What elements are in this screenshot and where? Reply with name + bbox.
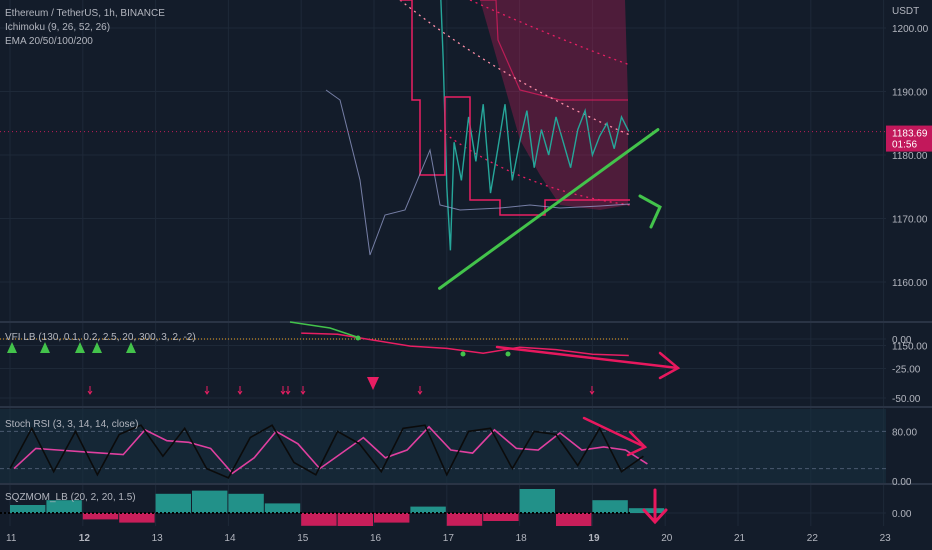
small-sell-arrow: [204, 386, 210, 395]
sell-signal-marker: [367, 377, 379, 390]
price-axis[interactable]: USDT 1240.001230.001220.001210.001200.00…: [886, 0, 932, 550]
currency-label: USDT: [892, 6, 919, 17]
small-sell-arrow: [280, 386, 286, 395]
sqzmom-bar: [192, 490, 228, 513]
vfi-line: [301, 332, 629, 357]
sqzmom-tick-label: 0.00: [892, 509, 912, 520]
time-axis[interactable]: 11 12 13 14 15 16 17 18 19 20 21 22 23: [0, 526, 932, 550]
vfi-label[interactable]: VFI LB (130, 0.1, 0.2, 2.5, 20, 300, 3, …: [5, 332, 196, 343]
last-price-value: 1183.69: [892, 129, 928, 140]
time-tick-label: 11: [6, 533, 17, 544]
sqzmom-bar: [228, 493, 264, 513]
sqzmom-bar: [374, 513, 410, 523]
price-tick-label: 1200.00: [892, 24, 929, 35]
stoch-tick-label: 80.00: [892, 427, 917, 438]
sqzmom-down-arrow: [642, 488, 668, 525]
sqzmom-pane[interactable]: SQZMOM_LB (20, 2, 20, 1.5) 0.00: [0, 488, 912, 529]
buy-signal-marker: [75, 342, 85, 353]
stoch-label[interactable]: Stoch RSI (3, 3, 14, 14, close): [5, 419, 138, 430]
time-tick-label: 12: [79, 533, 91, 544]
time-tick-label: 17: [443, 533, 455, 544]
small-sell-arrow: [87, 386, 93, 395]
small-sell-arrow: [237, 386, 243, 395]
small-sell-arrow: [417, 386, 423, 395]
vfi-tick-label: -50.00: [892, 394, 921, 405]
stoch-tick-label: 0.00: [892, 477, 912, 488]
sqzmom-bar: [155, 493, 191, 513]
price-tick-label: 1170.00: [892, 215, 928, 226]
stoch-rsi-pane[interactable]: Stoch RSI (3, 3, 14, 14, close) 80.00 0.0…: [0, 409, 917, 488]
sqzmom-bar: [483, 513, 519, 521]
small-sell-arrow: [285, 386, 291, 395]
sqzmom-bar: [519, 489, 555, 513]
time-tick-label: 18: [516, 533, 528, 544]
sqzmom-label[interactable]: SQZMOM_LB (20, 2, 20, 1.5): [5, 492, 136, 503]
time-tick-label: 22: [807, 533, 819, 544]
sqzmom-bar: [446, 513, 483, 526]
sqzmom-bar: [10, 505, 46, 513]
price-tick-label: 1160.00: [892, 278, 928, 289]
small-sell-arrow: [589, 386, 595, 395]
symbol-title[interactable]: Ethereum / TetherUS, 1h, BINANCE: [5, 8, 165, 19]
time-tick-label: 13: [152, 533, 164, 544]
time-tick-label: 21: [734, 533, 746, 544]
vfi-marker: [460, 351, 466, 357]
sqzmom-bar: [301, 513, 337, 526]
time-tick-label: 14: [224, 533, 236, 544]
buy-signal-marker: [7, 342, 17, 353]
time-tick-label: 23: [880, 533, 892, 544]
trading-chart[interactable]: Ethereum / TetherUS, 1h, BINANCE Ichimok…: [0, 0, 932, 550]
buy-signal-marker: [92, 342, 102, 353]
vfi-marker: [505, 351, 511, 357]
time-tick-label: 20: [661, 533, 673, 544]
indicator-ema-label[interactable]: EMA 20/50/100/200: [5, 36, 93, 47]
time-tick-label: 15: [297, 533, 309, 544]
sqzmom-tick-labels: 0.00: [892, 509, 912, 520]
price-axis-bg: [886, 0, 932, 550]
vfi-tick-label: -25.00: [892, 365, 921, 376]
sqzmom-bar: [592, 500, 628, 513]
buy-signal-marker: [126, 342, 136, 353]
buy-signal-marker: [40, 342, 50, 353]
vfi-pane[interactable]: VFI LB (130, 0.1, 0.2, 2.5, 20, 300, 3, …: [0, 321, 921, 405]
time-axis-bg: [0, 526, 932, 550]
vfi-tick-label: 0.00: [892, 335, 912, 346]
indicator-ichimoku-label[interactable]: Ichimoku (9, 26, 52, 26): [5, 22, 110, 33]
price-tick-label: 1190.00: [892, 88, 928, 99]
countdown-value: 01:56: [892, 140, 917, 151]
divergence-line: [495, 345, 680, 370]
vfi-marker: [355, 335, 361, 341]
time-tick-label: 16: [370, 533, 382, 544]
sqzmom-bar: [264, 503, 301, 513]
price-tick-label: 1180.00: [892, 151, 928, 162]
sqzmom-bar: [119, 513, 155, 523]
time-tick-label: 19: [588, 533, 600, 544]
